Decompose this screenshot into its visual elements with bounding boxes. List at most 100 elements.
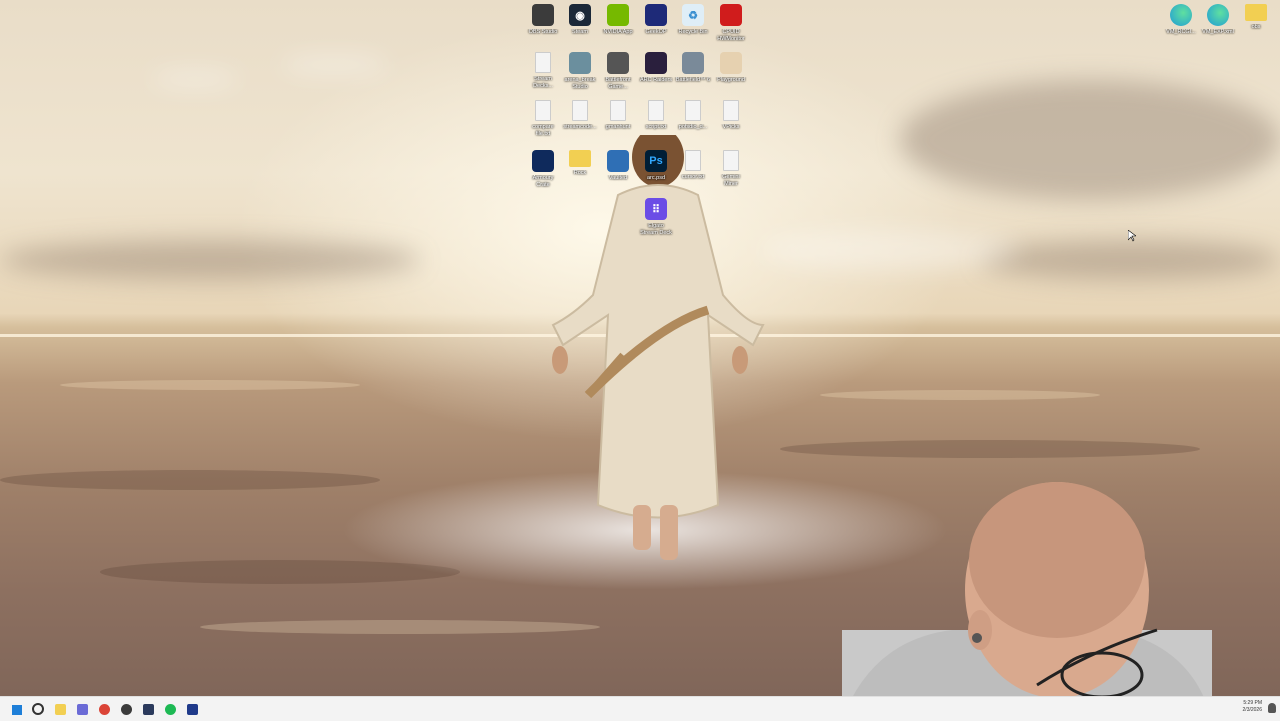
recycle-bin-icon: ♻ [682, 4, 704, 26]
desktop-icon[interactable]: Rock [560, 150, 600, 177]
desktop-icon[interactable]: Stream Decks... [523, 52, 563, 90]
desktop-icon-label: CPUID HWMonitor [717, 29, 745, 42]
desktop-icon-label: pofsdio_d... [678, 124, 708, 130]
desktop-icon[interactable]: script.txt [636, 100, 676, 131]
vscode-icon[interactable] [184, 701, 200, 717]
file-icon [685, 100, 701, 121]
desktop-icon[interactable]: pofsdio_d... [673, 100, 713, 131]
desktop-icon[interactable]: NVIDIA App [598, 4, 638, 36]
desktop-icon[interactable]: ARC Raiders [636, 52, 676, 84]
file-icon [610, 100, 626, 121]
desktop-icon-label: Armoury Crate [532, 175, 554, 188]
cloud [0, 240, 420, 280]
desktop-icon-label: compare file.txt [532, 124, 554, 137]
file-icon [648, 100, 664, 121]
game-icon [607, 52, 629, 74]
playground-icon [720, 52, 742, 74]
desktop-icon-label: Recycle Bin [678, 29, 708, 35]
file-icon [535, 100, 551, 121]
desktop-icon-label: Steam [572, 29, 588, 35]
chrome-icon[interactable] [96, 701, 112, 717]
desktop-icon-label: Rock [573, 170, 587, 176]
desktop-icon-label: gmanhunt [605, 124, 631, 130]
desktop-icon[interactable]: Gemini Miner [711, 150, 751, 188]
app-icon [607, 150, 629, 172]
desktop-icon-label: Vaulted [608, 175, 628, 181]
clock-time: 5:29 PM [1243, 700, 1262, 706]
desktop-icon[interactable]: arena_break Studio [560, 52, 600, 91]
desktop-icon[interactable]: Armoury Crate [523, 150, 563, 189]
desktop-icon[interactable]: VPicks [711, 100, 751, 131]
system-tray[interactable]: 5:29 PM 2/3/2026 [1243, 700, 1262, 714]
armoury-crate-icon [532, 150, 554, 172]
desktop-icon[interactable]: OBS Studio [523, 4, 563, 36]
windows-start-icon[interactable] [8, 701, 24, 717]
desktop-icon[interactable]: CPUID HWMonitor [711, 4, 751, 43]
photoshop-icon: Ps [645, 150, 667, 172]
steam-icon: ◉ [569, 4, 591, 26]
taskbar: 5:29 PM 2/3/2026 [0, 696, 1280, 721]
wave [780, 440, 1200, 458]
file-icon [535, 52, 551, 73]
app-icon[interactable] [140, 701, 156, 717]
desktop-icon-label: VM_RCGI... [1166, 29, 1196, 35]
spotify-icon[interactable] [162, 701, 178, 717]
desktop-icon-label: arc.psd [646, 175, 666, 181]
cloud [900, 80, 1280, 200]
desktop-icon-label: GeekOP [645, 29, 667, 35]
search-icon[interactable] [30, 701, 46, 717]
desktop-icon-label: cursor.txt [681, 174, 705, 180]
desktop-icon[interactable]: streamcode... [560, 100, 600, 131]
desktop-icon[interactable]: VM_RCGI... [1161, 4, 1201, 36]
desktop-icon-label: Playground [717, 77, 745, 83]
desktop-icon[interactable]: gmanhunt [598, 100, 638, 131]
cloud [280, 55, 390, 75]
desktop-icon-label: NVIDIA App [603, 29, 633, 35]
file-explorer-icon[interactable] [52, 701, 68, 717]
wave [60, 380, 360, 390]
wave [0, 470, 380, 490]
app-icon[interactable] [74, 701, 90, 717]
battlefield-icon [682, 52, 704, 74]
desktop-icon-label: streamcode... [563, 124, 597, 130]
cloud [150, 70, 240, 88]
folder-icon [569, 150, 591, 167]
desktop-icon[interactable]: obs [1236, 4, 1276, 31]
file-icon [572, 100, 588, 121]
desktop-icon[interactable]: cursor.txt [673, 150, 713, 181]
desktop-icon[interactable]: Battlefront Game... [598, 52, 638, 91]
desktop-icon[interactable]: VM_EXP.xml [1198, 4, 1238, 36]
desktop-icon[interactable]: Playground [711, 52, 751, 84]
hwmonitor-icon [720, 4, 742, 26]
desktop-icon-label: VM_EXP.xml [1202, 29, 1234, 35]
clock-date: 2/3/2026 [1242, 707, 1262, 713]
desktop-icon-label: VPicks [722, 124, 740, 130]
folder-icon [1245, 4, 1267, 21]
desktop-icon-label: Elgato Stream Deck [640, 223, 672, 236]
desktop-icon-label: arena_break Studio [564, 77, 596, 90]
desktop-icon[interactable]: Ps arc.psd [636, 150, 676, 182]
nvidia-icon [607, 4, 629, 26]
obs-icon[interactable] [118, 701, 134, 717]
wave [200, 620, 600, 634]
mouse-cursor-icon [1128, 230, 1136, 242]
desktop-icon[interactable]: Battlefield™ 6 [673, 52, 713, 84]
file-icon [723, 150, 739, 171]
desktop-icon-label: OBS Studio [528, 29, 558, 35]
cloud [760, 230, 1020, 270]
desktop-icon-label: Gemini Miner [722, 174, 740, 187]
desktop-icon[interactable]: ⠿ Elgato Stream Deck [636, 198, 676, 237]
desktop-icon-label: obs [1251, 24, 1261, 30]
edge-icon [1207, 4, 1229, 26]
app-icon [645, 4, 667, 26]
desktop-icon[interactable]: Vaulted [598, 150, 638, 182]
desktop-icon[interactable]: GeekOP [636, 4, 676, 36]
desktop-icon[interactable]: compare file.txt [523, 100, 563, 138]
file-icon [685, 150, 701, 171]
desktop-icon[interactable]: ◉ Steam [560, 4, 600, 36]
webcam-overlay [842, 480, 1212, 720]
notification-bell-icon[interactable] [1268, 703, 1276, 713]
desktop-icon[interactable]: ♻ Recycle Bin [673, 4, 713, 36]
stream-deck-icon: ⠿ [645, 198, 667, 220]
cloud [980, 240, 1280, 280]
